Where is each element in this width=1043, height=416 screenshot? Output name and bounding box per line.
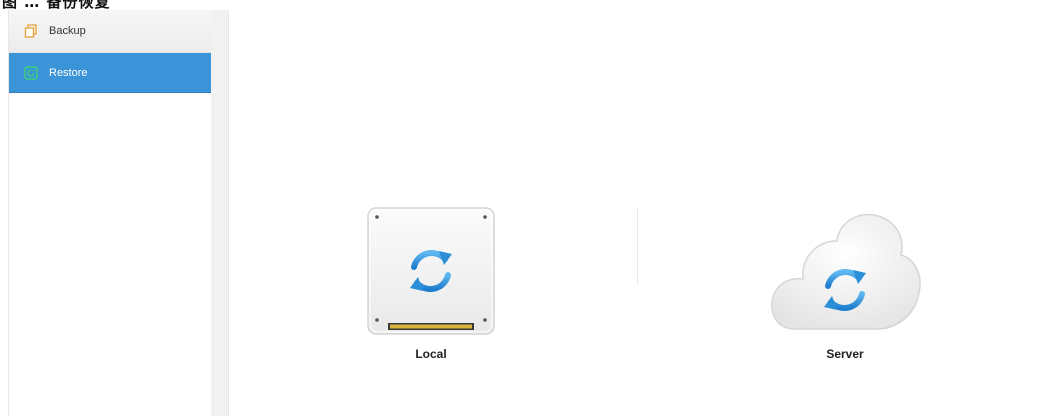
- sidebar-item-backup[interactable]: Backup: [9, 10, 211, 53]
- cloud-sync-icon: [771, 213, 921, 330]
- sidebar-splitter[interactable]: [211, 10, 229, 416]
- local-option-label: Local: [415, 347, 447, 361]
- sidebar-item-restore[interactable]: Restore: [9, 53, 211, 93]
- local-restore-option[interactable]: Local: [362, 204, 500, 364]
- option-divider: [637, 209, 638, 285]
- sidebar-item-label: Backup: [49, 25, 86, 37]
- sidebar: Backup Restore: [8, 10, 212, 416]
- caption-strip: 图 … 备份恢复: [0, 0, 1043, 10]
- shield-icon: [23, 65, 39, 81]
- server-option-label: Server: [826, 347, 864, 361]
- sidebar-item-label: Restore: [49, 66, 88, 79]
- caption-text: 图 … 备份恢复: [2, 0, 111, 10]
- local-disk-sync-icon: [367, 207, 495, 335]
- copy-icon: [23, 23, 39, 39]
- server-restore-option[interactable]: Server: [765, 203, 925, 365]
- main-panel: Local Server: [229, 10, 1043, 416]
